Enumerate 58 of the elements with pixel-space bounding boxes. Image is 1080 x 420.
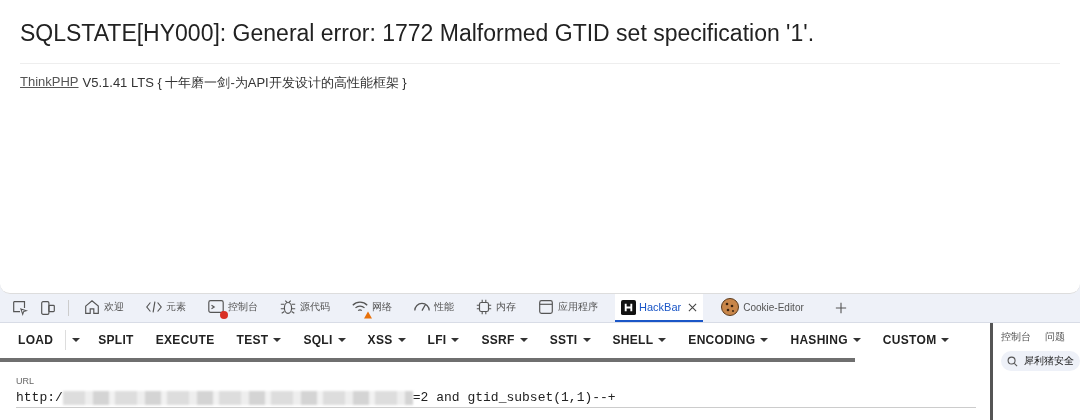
devtools-tab[interactable]: 应用程序 [533, 294, 602, 322]
devtools-tab[interactable]: 性能 [409, 294, 458, 322]
chip-icon [475, 298, 493, 316]
caret-icon [451, 338, 460, 342]
url-input-field[interactable]: http:/ =2 and gtid_subset(1,1)--+ [16, 390, 976, 408]
framework-link[interactable]: ThinkPHP [20, 74, 79, 92]
framework-version: V5.1.41 LTS { 十年磨一剑-为API开发设计的高性能框架 } [82, 74, 407, 92]
devtools-tab[interactable]: 源代码 [275, 294, 334, 322]
menu-button[interactable]: SSTI [539, 327, 601, 353]
devtools-tab[interactable]: 欢迎 [79, 294, 128, 322]
url-text-end: =2 and gtid_subset(1,1)--+ [412, 390, 616, 405]
inspect-icon[interactable] [11, 299, 29, 317]
console-icon [207, 298, 225, 316]
devtools-tab[interactable]: 元素 [141, 294, 190, 322]
caret-icon [658, 338, 667, 342]
menu-button[interactable]: XSS [357, 327, 416, 353]
caret-icon [72, 338, 81, 342]
menu-button[interactable]: LFI [417, 327, 470, 353]
caret-icon [852, 338, 861, 342]
drawer-tab[interactable]: 控制台 [1001, 330, 1031, 344]
devtools-tab[interactable]: Cookie-Editor [716, 294, 808, 322]
caret-icon [519, 338, 528, 342]
add-tab-icon[interactable] [834, 302, 847, 314]
search-icon [1007, 355, 1018, 367]
window-icon [537, 298, 555, 316]
h-logo-icon [621, 299, 636, 315]
drawer-tab[interactable]: 问题 [1045, 330, 1065, 344]
menu-button[interactable]: TEST [226, 327, 292, 353]
toolbar-button[interactable]: SPLIT [88, 327, 144, 353]
url-label: URL [16, 376, 35, 386]
menu-button[interactable]: SSRF [471, 327, 538, 353]
menu-button[interactable]: CUSTOM [872, 327, 960, 353]
caret-icon [760, 338, 769, 342]
scrollbar[interactable] [0, 358, 855, 362]
menu-button[interactable]: SHELL [602, 327, 677, 353]
devtools-tab[interactable]: HackBar [615, 294, 704, 322]
caret-icon [337, 338, 346, 342]
device-icon[interactable] [39, 299, 57, 317]
scrollbar[interactable] [990, 323, 993, 420]
devtools-tab[interactable]: 网络 [347, 294, 396, 322]
url-text-start: http:/ [16, 390, 63, 405]
devtools-tab[interactable]: 内存 [471, 294, 520, 322]
menu-button[interactable]: HASHING [780, 327, 871, 353]
bug-icon [279, 298, 297, 316]
error-title: SQLSTATE[HY000]: General error: 1772 Malformed GTID set specification '1'. [20, 19, 816, 48]
load-button[interactable]: LOAD [8, 327, 64, 353]
caret-icon [397, 338, 406, 342]
search-field[interactable]: 犀利猪安全 [1001, 351, 1080, 371]
toolbar-button[interactable]: EXECUTE [145, 327, 225, 353]
caret-icon [273, 338, 282, 342]
caret-icon [941, 338, 950, 342]
home-icon [83, 298, 101, 316]
devtools-tab[interactable]: 控制台 [203, 294, 262, 322]
close-icon[interactable] [688, 302, 698, 312]
menu-button[interactable]: SQLI [293, 327, 356, 353]
cookie-icon [720, 297, 741, 317]
menu-button[interactable]: ENCODING [678, 327, 779, 353]
caret-icon [582, 338, 591, 342]
